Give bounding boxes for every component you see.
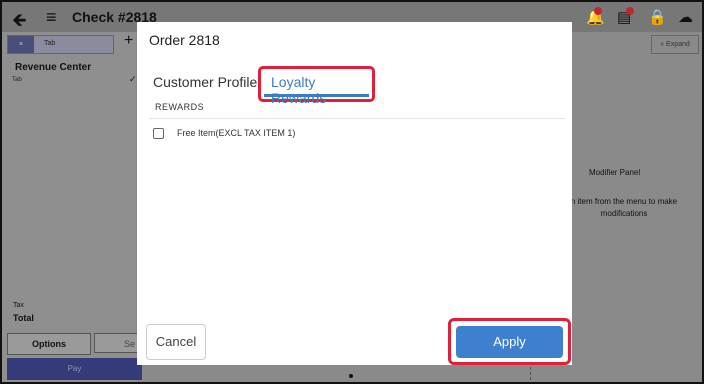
- total-label: Total: [13, 313, 34, 323]
- expand-button[interactable]: « Expand: [651, 35, 699, 54]
- notification-dot: [626, 7, 634, 15]
- modifier-panel: « Expand Modifier Panel n item from the …: [530, 32, 702, 382]
- add-tab-button[interactable]: +: [124, 32, 133, 50]
- revenue-center-value: Tab: [12, 77, 22, 83]
- reward-item-label: Free Item(EXCL TAX ITEM 1): [177, 128, 296, 138]
- revenue-center-label: Revenue Center: [15, 62, 92, 73]
- cloud-icon[interactable]: ☁: [678, 8, 693, 26]
- divider: [149, 118, 565, 119]
- hamburger-menu-icon[interactable]: ≡: [46, 7, 57, 28]
- tab-label: Tab: [44, 40, 56, 47]
- apply-button[interactable]: Apply: [456, 326, 563, 358]
- dialog-tabs: Customer Profile Loyalty Rewards: [137, 66, 572, 106]
- tab-customer-profile[interactable]: Customer Profile: [153, 74, 257, 90]
- notification-dot: [594, 7, 602, 15]
- lock-icon[interactable]: 🔒: [648, 8, 667, 26]
- active-tab-underline: [264, 94, 369, 97]
- order-tab[interactable]: × Tab: [7, 35, 114, 54]
- options-button[interactable]: Options: [7, 333, 91, 355]
- order-panel: × Tab + Revenue Center Tab ✓ Tax Total O…: [2, 32, 144, 382]
- rewards-section-header: REWARDS: [155, 102, 205, 112]
- highlight-box: Apply: [448, 318, 571, 365]
- tax-label: Tax: [13, 302, 24, 309]
- cancel-button[interactable]: Cancel: [146, 324, 206, 360]
- close-tab-icon[interactable]: ×: [8, 36, 34, 53]
- tab-loyalty-rewards[interactable]: Loyalty Rewards: [271, 74, 372, 106]
- reward-checkbox[interactable]: [153, 128, 164, 139]
- modifier-hint: n item from the menu to make modificatio…: [570, 197, 678, 218]
- pay-button[interactable]: Pay: [7, 358, 142, 380]
- highlight-box: Loyalty Rewards: [258, 66, 375, 106]
- dialog-title: Order 2818: [149, 32, 220, 48]
- modifier-panel-title: Modifier Panel: [589, 168, 641, 177]
- checkmark-icon: ✓: [129, 74, 137, 84]
- page-indicator: [349, 374, 353, 378]
- loyalty-dialog: Order 2818 Customer Profile Loyalty Rewa…: [137, 22, 572, 365]
- app-frame: 🡸 ≡ Check #2818 🔔 ▤ 🔒 ☁ × Tab + Revenue …: [0, 0, 704, 384]
